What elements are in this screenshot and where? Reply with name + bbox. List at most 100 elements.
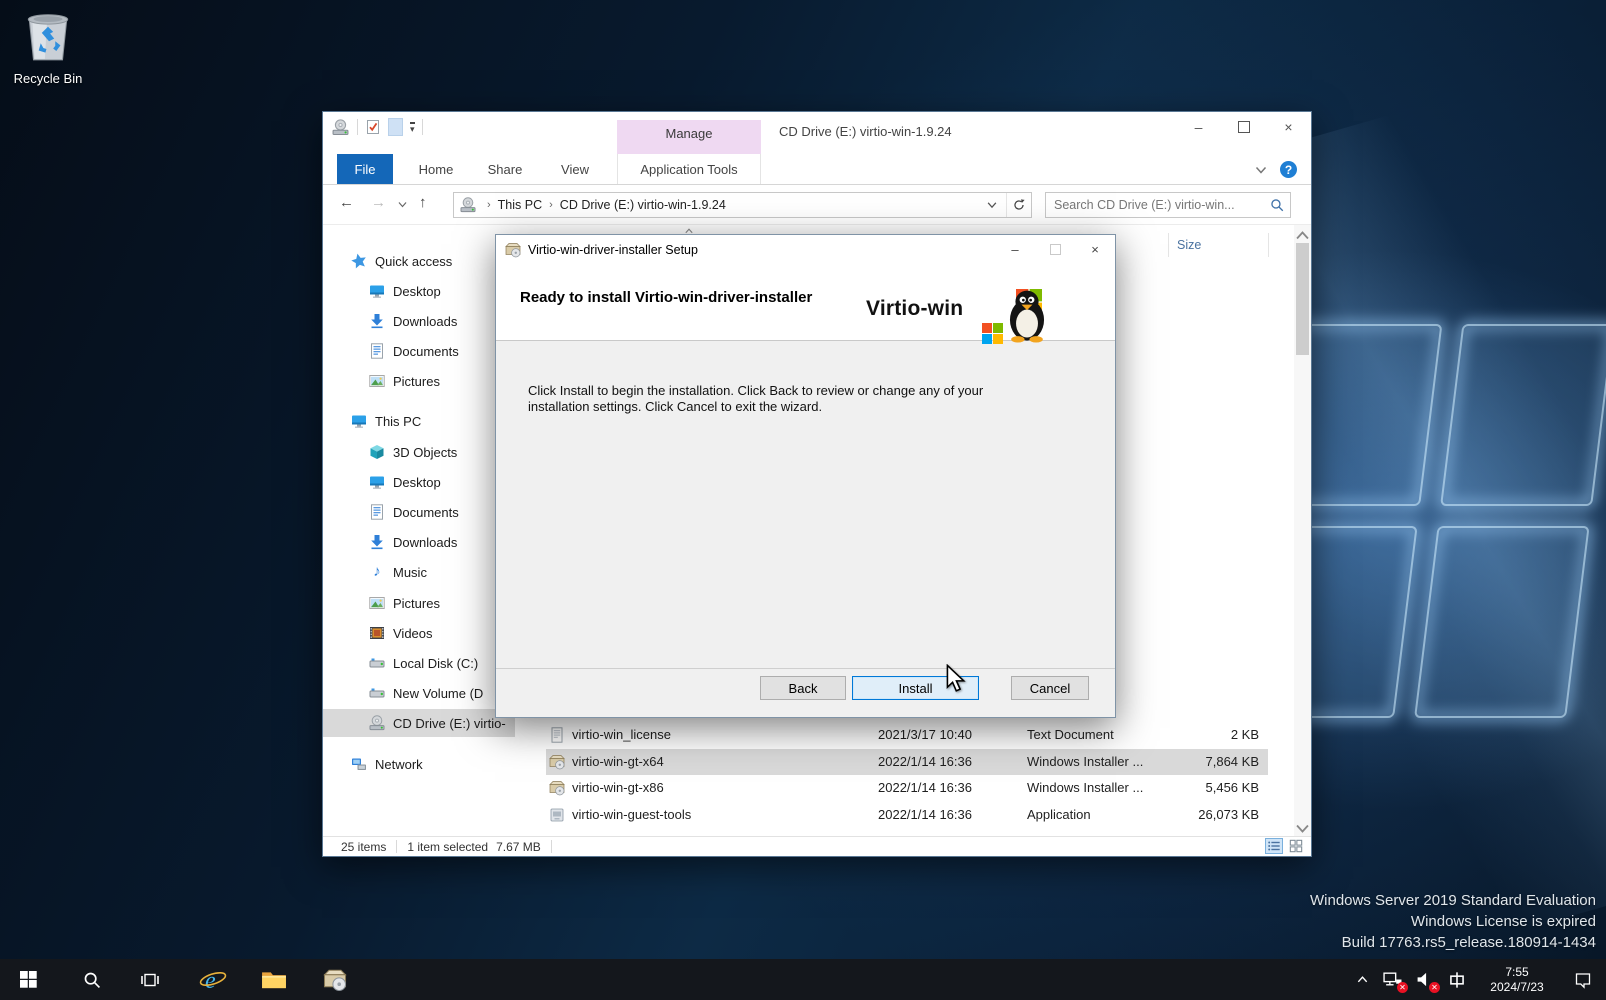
help-icon[interactable]: ? xyxy=(1280,161,1297,178)
search-icon[interactable] xyxy=(1270,198,1284,212)
sidebar-item-local-disk-c[interactable]: Local Disk (C:) xyxy=(323,649,511,677)
dialog-header: Ready to install Virtio-win-driver-insta… xyxy=(496,265,1115,341)
refresh-button[interactable] xyxy=(1006,193,1031,217)
details-view-icon xyxy=(1267,839,1281,853)
monitor-icon xyxy=(369,283,385,299)
back-button[interactable]: Back xyxy=(760,676,846,700)
sidebar-item-desktop2[interactable]: Desktop xyxy=(323,468,511,496)
dialog-maximize-button[interactable] xyxy=(1035,235,1075,263)
vertical-scrollbar[interactable] xyxy=(1294,225,1311,836)
sidebar-item-music[interactable]: ♪Music xyxy=(323,558,511,586)
clock-date: 2024/7/23 xyxy=(1490,980,1543,995)
msi-file-icon xyxy=(549,780,565,796)
recycle-bin-icon xyxy=(19,6,77,64)
installer-taskbar-button[interactable] xyxy=(313,959,357,1000)
sidebar-item-pictures2[interactable]: Pictures xyxy=(323,589,511,617)
search-input[interactable] xyxy=(1046,198,1270,212)
recycle-bin-shortcut[interactable]: Recycle Bin xyxy=(6,6,90,86)
start-button[interactable] xyxy=(6,959,50,1000)
properties-check-icon[interactable] xyxy=(365,119,381,135)
file-row-virtio-win-gt-x86[interactable]: virtio-win-gt-x86 2022/1/14 16:36 Window… xyxy=(546,775,1268,801)
sidebar-item-documents[interactable]: Documents xyxy=(323,337,511,365)
windows-watermark: Windows Server 2019 Standard Evaluation … xyxy=(1310,890,1596,953)
tab-share[interactable]: Share xyxy=(475,154,535,184)
chevron-up-icon xyxy=(1356,973,1369,986)
maximize-button[interactable] xyxy=(1221,112,1266,142)
sidebar-item-network[interactable]: Network xyxy=(323,750,511,778)
app-file-icon xyxy=(549,807,565,823)
scroll-down-icon[interactable] xyxy=(1294,820,1311,836)
address-box[interactable]: › This PC › CD Drive (E:) virtio-win-1.9… xyxy=(453,192,1032,218)
cancel-button[interactable]: Cancel xyxy=(1011,676,1089,700)
internet-explorer-button[interactable]: e xyxy=(191,959,235,1000)
forward-button[interactable]: → xyxy=(371,194,386,211)
refresh-icon xyxy=(1012,198,1026,212)
recycle-bin-label: Recycle Bin xyxy=(6,71,90,86)
sidebar-item-3d-objects[interactable]: 3D Objects xyxy=(323,438,511,466)
watermark-line: Windows License is expired xyxy=(1310,911,1596,932)
file-row-virtio-win-guest-tools[interactable]: virtio-win-guest-tools 2022/1/14 16:36 A… xyxy=(546,802,1268,828)
file-row-virtio-win-gt-x64[interactable]: virtio-win-gt-x64 2022/1/14 16:36 Window… xyxy=(546,749,1268,775)
file-explorer-button[interactable] xyxy=(252,959,296,1000)
task-view-button[interactable] xyxy=(128,959,172,1000)
sidebar-item-documents2[interactable]: Documents xyxy=(323,498,511,526)
tab-view[interactable]: View xyxy=(547,154,603,184)
scroll-up-icon[interactable] xyxy=(1294,227,1311,244)
sidebar-item-downloads2[interactable]: Downloads xyxy=(323,528,511,556)
breadcrumb-cd-drive[interactable]: CD Drive (E:) virtio-win-1.9.24 xyxy=(560,198,726,212)
close-button[interactable]: × xyxy=(1266,112,1311,142)
msi-installer-icon xyxy=(323,968,347,992)
tux-penguin-icon xyxy=(1002,287,1052,343)
network-status[interactable]: ✕ xyxy=(1376,959,1408,1000)
document-icon xyxy=(369,343,385,359)
sidebar-item-videos[interactable]: Videos xyxy=(323,619,511,647)
sidebar-item-quick-access[interactable]: Quick access xyxy=(323,247,511,275)
scrollbar-thumb[interactable] xyxy=(1296,243,1309,355)
tab-file[interactable]: File xyxy=(337,154,393,184)
sidebar-item-cd-drive-e[interactable]: CD Drive (E:) virtio- xyxy=(323,709,515,737)
action-center-button[interactable] xyxy=(1560,959,1606,1000)
dialog-heading: Ready to install Virtio-win-driver-insta… xyxy=(520,289,812,306)
view-buttons xyxy=(1265,838,1305,854)
quick-access-toolbar: ▾ xyxy=(331,118,423,136)
dialog-minimize-button[interactable]: – xyxy=(995,235,1035,263)
volume-muted-badge: ✕ xyxy=(1429,982,1440,993)
volume-status[interactable]: ✕ xyxy=(1408,959,1440,1000)
dialog-close-button[interactable]: × xyxy=(1075,235,1115,263)
taskbar-clock[interactable]: 7:55 2024/7/23 xyxy=(1474,959,1560,1000)
sidebar-item-pictures[interactable]: Pictures xyxy=(323,367,511,395)
recent-locations-icon[interactable] xyxy=(397,199,408,210)
tab-application-tools[interactable]: Application Tools xyxy=(617,154,761,184)
ime-chinese-icon xyxy=(1448,971,1466,989)
sidebar-item-downloads[interactable]: Downloads xyxy=(323,307,511,335)
icons-view-button[interactable] xyxy=(1287,838,1305,854)
tab-home[interactable]: Home xyxy=(407,154,465,184)
manage-contextual-tab[interactable]: Manage xyxy=(617,120,761,154)
sidebar-item-this-pc[interactable]: This PC xyxy=(323,407,511,435)
address-dropdown-icon[interactable] xyxy=(978,199,1006,211)
column-header-size[interactable]: Size xyxy=(1168,233,1269,257)
back-button[interactable]: ← xyxy=(339,194,354,211)
details-view-button[interactable] xyxy=(1265,838,1283,854)
internet-explorer-icon: e xyxy=(198,965,228,995)
dialog-titlebar: Virtio-win-driver-installer Setup – × xyxy=(496,235,1115,265)
taskbar-search-button[interactable] xyxy=(70,959,114,1000)
sidebar-item-new-volume-d[interactable]: New Volume (D xyxy=(323,679,511,707)
maximize-icon xyxy=(1050,244,1061,255)
divider xyxy=(357,119,358,135)
ime-indicator[interactable]: 中 xyxy=(1440,959,1474,1000)
svg-text:e: e xyxy=(205,968,216,994)
cd-drive-icon[interactable] xyxy=(331,119,350,136)
breadcrumb-this-pc[interactable]: This PC xyxy=(498,198,542,212)
blank-file-icon[interactable] xyxy=(388,118,403,136)
file-row-virtio-win-license[interactable]: virtio-win_license 2021/3/17 10:40 Text … xyxy=(546,722,1268,748)
customize-qat-icon[interactable]: ▾ xyxy=(410,122,415,133)
window-title: CD Drive (E:) virtio-win-1.9.24 xyxy=(779,124,952,139)
minimize-ribbon-icon[interactable] xyxy=(1254,163,1268,177)
film-icon xyxy=(369,625,385,641)
up-button[interactable]: ↑ xyxy=(419,194,427,211)
sidebar-item-desktop[interactable]: Desktop xyxy=(323,277,511,305)
minimize-button[interactable]: – xyxy=(1176,112,1221,142)
desktop: Recycle Bin Windows Server 2019 Standard… xyxy=(0,0,1606,1000)
tray-expand-button[interactable] xyxy=(1348,959,1376,1000)
